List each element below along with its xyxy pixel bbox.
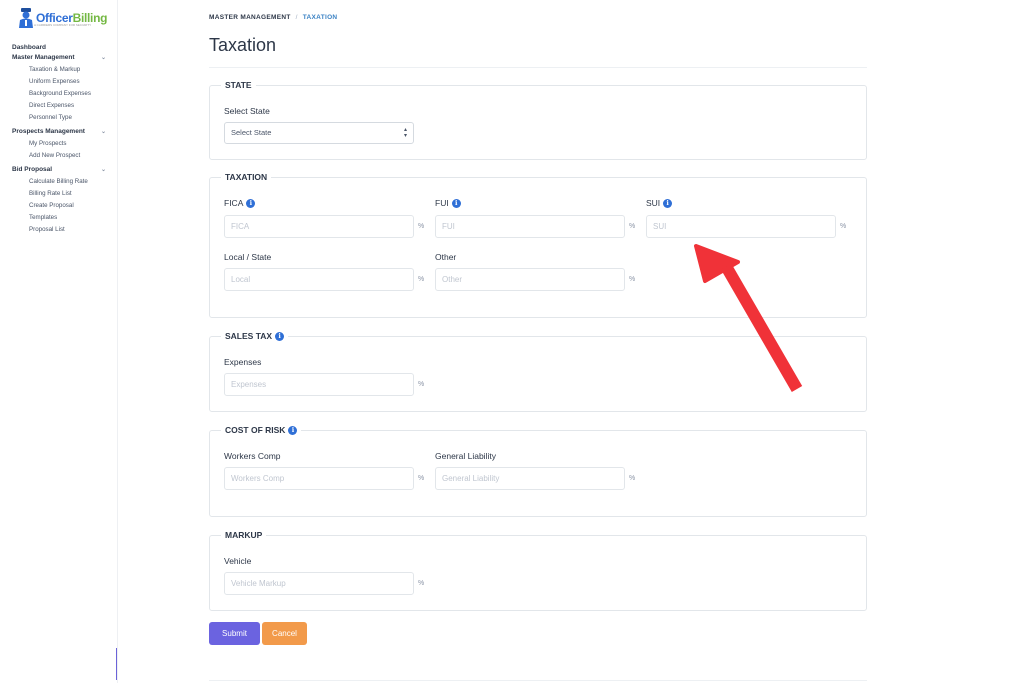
select-state-label: Select State (224, 106, 270, 116)
vehicle-percent-unit: % (418, 580, 425, 587)
vehicle-label: Vehicle (224, 556, 252, 566)
sidebar-item-calculate-billing-rate[interactable]: Calculate Billing Rate (0, 176, 118, 188)
info-icon[interactable]: i (275, 331, 285, 341)
officer-logo-icon (18, 8, 34, 28)
sidebar-nav: Dashboard Master Management ⌄ Taxation & … (0, 42, 118, 236)
general-liability-input[interactable]: General Liability (435, 467, 625, 490)
local-input[interactable]: Local (224, 268, 414, 291)
general-liability-label: General Liability (435, 451, 496, 461)
taxation-legend: TAXATION (225, 172, 268, 182)
other-label: Other (435, 252, 457, 262)
divider (209, 67, 867, 68)
sidebar: OfficerBilling A CARRIERS COMPANY FOR SE… (0, 0, 118, 683)
sidebar-item-add-new-prospect[interactable]: Add New Prospect (0, 150, 118, 162)
sidebar-item-templates[interactable]: Templates (0, 212, 118, 224)
breadcrumb-separator: / (295, 14, 298, 21)
general-liability-percent-unit: % (629, 475, 636, 482)
sidebar-item-direct-expenses[interactable]: Direct Expenses (0, 100, 118, 112)
sidebar-item-proposal-list[interactable]: Proposal List (0, 224, 118, 236)
chevron-down-icon: ⌄ (100, 54, 106, 61)
sidebar-section-bid-proposal[interactable]: Bid Proposal ⌄ (0, 164, 118, 174)
sui-input[interactable]: SUI (646, 215, 836, 238)
sales-tax-section: SALES TAX i (209, 330, 867, 412)
markup-section: MARKUP (209, 529, 867, 611)
fica-label: FICA i (224, 198, 256, 208)
sui-label: SUI i (646, 198, 673, 208)
sidebar-item-personnel-type[interactable]: Personnel Type (0, 112, 118, 124)
sales-tax-legend: SALES TAX i (221, 330, 288, 342)
sidebar-item-create-proposal[interactable]: Create Proposal (0, 200, 118, 212)
sidebar-item-uniform-expenses[interactable]: Uniform Expenses (0, 76, 118, 88)
workers-comp-percent-unit: % (418, 475, 425, 482)
breadcrumb: MASTER MANAGEMENT / TAXATION (209, 14, 337, 21)
local-state-label: Local / State (224, 252, 272, 262)
brand-tagline: A CARRIERS COMPANY FOR SECURITY (34, 23, 92, 27)
fui-percent-unit: % (629, 223, 636, 230)
sui-percent-unit: % (840, 223, 847, 230)
sidebar-item-billing-rate-list[interactable]: Billing Rate List (0, 188, 118, 200)
cancel-button[interactable]: Cancel (262, 622, 307, 645)
sidebar-scrollbar[interactable] (116, 648, 117, 680)
fica-input[interactable]: FICA (224, 215, 414, 238)
info-icon[interactable]: i (451, 198, 461, 208)
fui-label: FUI i (435, 198, 461, 208)
local-percent-unit: % (418, 276, 425, 283)
breadcrumb-parent[interactable]: MASTER MANAGEMENT (209, 14, 291, 21)
chevron-down-icon: ⌄ (100, 166, 106, 173)
sidebar-item-background-expenses[interactable]: Background Expenses (0, 88, 118, 100)
vehicle-markup-input[interactable]: Vehicle Markup (224, 572, 414, 595)
other-percent-unit: % (629, 276, 636, 283)
state-legend: STATE (225, 80, 252, 90)
sidebar-section-prospects-management[interactable]: Prospects Management ⌄ (0, 126, 118, 136)
chevron-down-icon: ⌄ (100, 128, 106, 135)
other-input[interactable]: Other (435, 268, 625, 291)
info-icon[interactable]: i (246, 198, 256, 208)
expenses-label: Expenses (224, 357, 262, 367)
sidebar-item-taxation-markup[interactable]: Taxation & Markup (0, 64, 118, 76)
markup-legend: MARKUP (225, 530, 263, 540)
info-icon[interactable]: i (288, 425, 298, 435)
select-arrows-icon: ▴ ▾ (403, 127, 407, 139)
state-select[interactable]: Select State ▴ ▾ (224, 122, 414, 144)
fica-percent-unit: % (418, 223, 425, 230)
expenses-input[interactable]: Expenses (224, 373, 414, 396)
workers-comp-label: Workers Comp (224, 451, 281, 461)
sidebar-section-master-management[interactable]: Master Management ⌄ (0, 52, 118, 62)
divider (209, 680, 867, 681)
cost-of-risk-legend: COST OF RISK i (221, 424, 301, 436)
info-icon[interactable]: i (663, 198, 673, 208)
fui-input[interactable]: FUI (435, 215, 625, 238)
state-section: STATE (209, 79, 867, 160)
expenses-percent-unit: % (418, 381, 425, 388)
sidebar-item-dashboard[interactable]: Dashboard (0, 42, 118, 52)
sidebar-item-my-prospects[interactable]: My Prospects (0, 138, 118, 150)
page-title: Taxation (209, 35, 277, 55)
breadcrumb-current: TAXATION (302, 14, 338, 21)
taxation-section: TAXATION (209, 171, 867, 318)
submit-button[interactable]: Submit (209, 622, 260, 645)
workers-comp-input[interactable]: Workers Comp (224, 467, 414, 490)
